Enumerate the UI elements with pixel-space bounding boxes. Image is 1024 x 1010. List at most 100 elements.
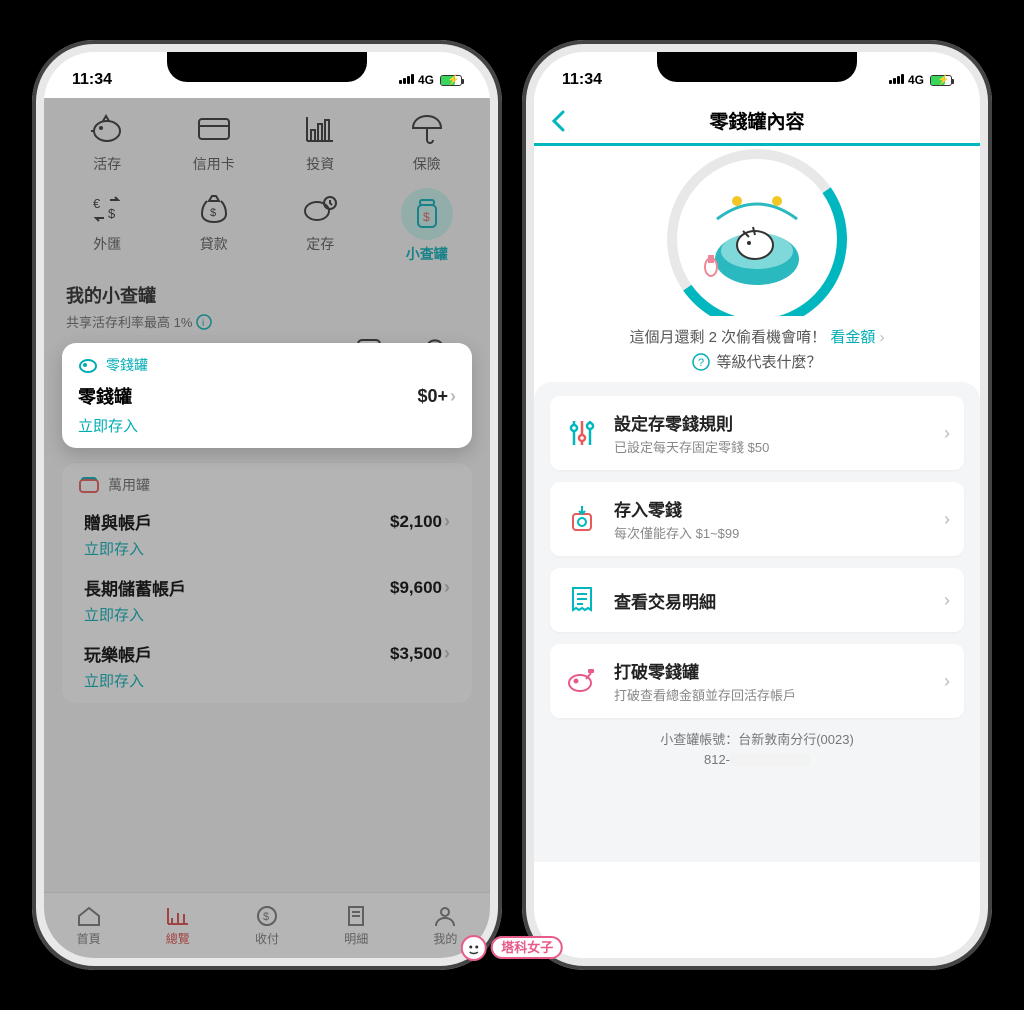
notch bbox=[167, 52, 367, 82]
phone-right: 11:34 4G ⚡ 零錢罐內容 bbox=[522, 40, 992, 970]
option-transactions[interactable]: 查看交易明細 › bbox=[550, 568, 964, 632]
network-label: 4G bbox=[908, 73, 924, 87]
wallet-icon bbox=[78, 476, 100, 494]
chart-icon bbox=[299, 108, 341, 150]
status-right: 4G ⚡ bbox=[398, 73, 462, 87]
svg-text:i: i bbox=[202, 318, 204, 329]
tab-home[interactable]: 首頁 bbox=[44, 893, 133, 958]
deposit-link[interactable]: 立即存入 bbox=[84, 670, 144, 691]
deposit-link[interactable]: 立即存入 bbox=[84, 604, 144, 625]
status-time: 11:34 bbox=[562, 71, 602, 89]
shortcut-label: 外匯 bbox=[93, 234, 121, 254]
navbar: 零錢罐內容 bbox=[534, 98, 980, 146]
account-row[interactable]: 玩樂帳戶$3,500› 立即存入 bbox=[82, 631, 452, 697]
card-tag: 萬用罐 bbox=[78, 475, 456, 495]
info-icon[interactable]: i bbox=[196, 314, 212, 330]
tab-overview[interactable]: 總覽 bbox=[133, 893, 222, 958]
coin-jar-card[interactable]: 零錢罐 零錢罐 $0+› 立即存入 bbox=[62, 343, 472, 448]
remaining-text: 這個月還剩 2 次偷看機會唷！ 看金額 › bbox=[534, 316, 980, 351]
help-icon: ? bbox=[692, 353, 710, 371]
card-tag: 零錢罐 bbox=[78, 355, 456, 375]
chevron-right-icon: › bbox=[944, 671, 950, 692]
shortcut-label: 貸款 bbox=[200, 234, 228, 254]
chevron-right-icon: › bbox=[444, 643, 450, 664]
signal-icon bbox=[398, 73, 414, 87]
deposit-link[interactable]: 立即存入 bbox=[84, 538, 144, 559]
shortcut-label: 定存 bbox=[306, 234, 334, 254]
option-break-jar[interactable]: 打破零錢罐打破查看總金額並存回活存帳戶 › bbox=[550, 644, 964, 718]
status-right: 4G ⚡ bbox=[888, 73, 952, 87]
piggy-icon bbox=[86, 108, 128, 150]
chevron-right-icon: › bbox=[944, 590, 950, 611]
card-icon bbox=[193, 108, 235, 150]
page-title: 零錢罐內容 bbox=[709, 107, 804, 134]
deposit-icon bbox=[564, 501, 600, 537]
account-row[interactable]: 長期儲蓄帳戶$9,600› 立即存入 bbox=[82, 565, 452, 631]
person-icon bbox=[432, 905, 458, 927]
level-help[interactable]: ? 等級代表什麼？ bbox=[534, 351, 980, 382]
signal-icon bbox=[888, 73, 904, 87]
home-icon bbox=[76, 905, 102, 927]
shortcut-savings[interactable]: 活存 bbox=[54, 104, 161, 178]
hero-illustration bbox=[534, 146, 980, 316]
tab-detail[interactable]: 明細 bbox=[312, 893, 401, 958]
phone-left: 11:34 4G ⚡ 活存 信用卡 bbox=[32, 40, 502, 970]
section-title: 我的小查罐 bbox=[66, 282, 468, 308]
svg-text:$: $ bbox=[108, 206, 116, 221]
loan-icon: $ bbox=[193, 188, 235, 230]
chevron-right-icon: › bbox=[444, 511, 450, 532]
chevron-right-icon: › bbox=[450, 386, 456, 407]
battery-icon: ⚡ bbox=[440, 75, 462, 86]
deposit-link[interactable]: 立即存入 bbox=[78, 415, 138, 436]
shortcut-label: 小查罐 bbox=[406, 244, 448, 264]
view-amount-link[interactable]: 看金額 bbox=[830, 329, 875, 346]
shortcut-forex[interactable]: €$ 外匯 bbox=[54, 184, 161, 268]
overview-icon bbox=[165, 905, 191, 927]
card-amount: $0+› bbox=[417, 386, 456, 407]
shortcut-invest[interactable]: 投資 bbox=[267, 104, 374, 178]
svg-text:?: ? bbox=[698, 357, 704, 369]
notch bbox=[657, 52, 857, 82]
fx-icon: €$ bbox=[86, 188, 128, 230]
pay-icon: $ bbox=[254, 905, 280, 927]
options-list: 設定存零錢規則已設定每天存固定零錢 $50 › 存入零錢每次僅能存入 $1~$9… bbox=[534, 382, 980, 862]
timepig-icon bbox=[299, 188, 341, 230]
svg-text:$: $ bbox=[423, 210, 430, 224]
piggy-small-icon bbox=[78, 356, 98, 374]
network-label: 4G bbox=[418, 73, 434, 87]
shortcut-jar[interactable]: $ 小查罐 bbox=[374, 184, 481, 268]
battery-icon: ⚡ bbox=[930, 75, 952, 86]
shortcut-creditcard[interactable]: 信用卡 bbox=[161, 104, 268, 178]
sliders-icon bbox=[564, 415, 600, 451]
hammer-icon bbox=[564, 663, 600, 699]
receipt-icon bbox=[564, 582, 600, 618]
chevron-right-icon: › bbox=[944, 423, 950, 444]
chevron-right-icon: › bbox=[944, 509, 950, 530]
account-row[interactable]: 贈與帳戶$2,100› 立即存入 bbox=[82, 499, 452, 565]
shortcut-loan[interactable]: $ 貸款 bbox=[161, 184, 268, 268]
jar-icon: $ bbox=[406, 193, 448, 235]
option-rules[interactable]: 設定存零錢規則已設定每天存固定零錢 $50 › bbox=[550, 396, 964, 470]
multi-jar-card: 萬用罐 贈與帳戶$2,100› 立即存入 長期儲蓄帳戶$9,600› 立即存入 … bbox=[62, 462, 472, 703]
shortcut-label: 活存 bbox=[93, 154, 121, 174]
svg-text:$: $ bbox=[210, 207, 216, 219]
receipt-icon bbox=[343, 905, 369, 927]
chevron-right-icon: › bbox=[444, 577, 450, 598]
chevron-right-icon: › bbox=[880, 329, 885, 346]
status-time: 11:34 bbox=[72, 71, 112, 89]
option-deposit[interactable]: 存入零錢每次僅能存入 $1~$99 › bbox=[550, 482, 964, 556]
tab-pay[interactable]: $收付 bbox=[222, 893, 311, 958]
tab-bar: 首頁 總覽 $收付 明細 我的 bbox=[44, 892, 490, 958]
shortcut-label: 信用卡 bbox=[193, 154, 235, 174]
redacted-block bbox=[730, 754, 810, 766]
shortcut-label: 投資 bbox=[306, 154, 334, 174]
shortcut-insurance[interactable]: 保險 bbox=[374, 104, 481, 178]
back-button[interactable] bbox=[548, 106, 570, 141]
svg-text:$: $ bbox=[263, 911, 269, 923]
svg-text:€: € bbox=[93, 196, 101, 211]
shortcut-timedeposit[interactable]: 定存 bbox=[267, 184, 374, 268]
card-title: 零錢罐 bbox=[78, 383, 132, 409]
shortcut-label: 保險 bbox=[413, 154, 441, 174]
shortcut-grid: 活存 信用卡 投資 保險 €$ bbox=[44, 98, 490, 270]
account-footnote: 小查罐帳號：台新敦南分行(0023) 812- bbox=[550, 730, 964, 769]
